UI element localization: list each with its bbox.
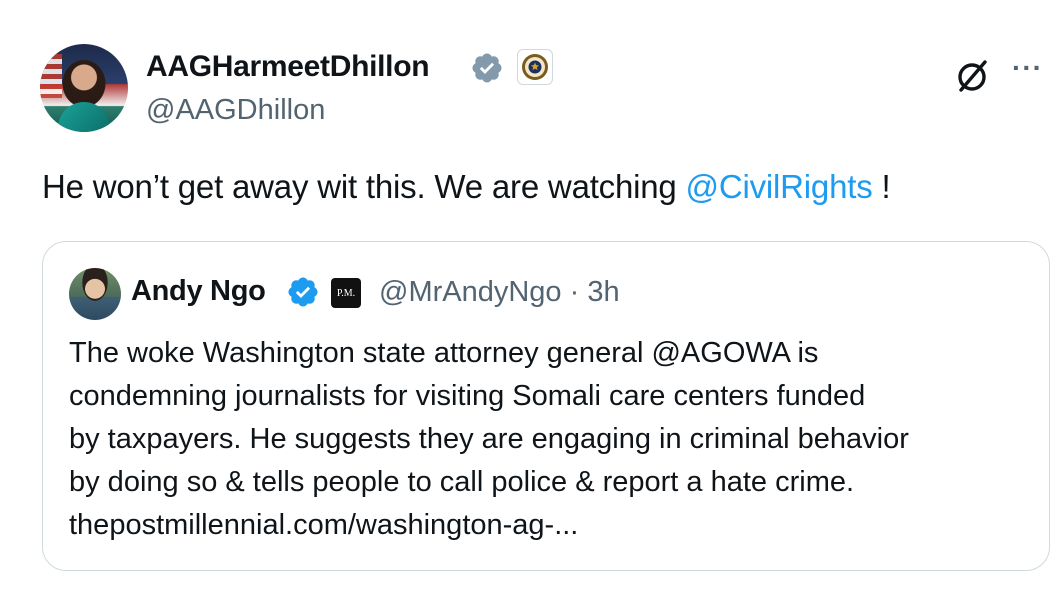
grok-icon[interactable]	[952, 56, 992, 96]
quoted-text-line: by taxpayers. He suggests they are engag…	[69, 423, 909, 455]
author-handle[interactable]: @AAGDhillon	[146, 94, 325, 127]
author-avatar[interactable]	[40, 44, 128, 132]
quoted-author-handle-time[interactable]: @MrAndyNgo · 3h	[379, 276, 620, 309]
tweet-text-before: He won’t get away wit this. We are watch…	[42, 168, 686, 205]
tweet-text: He won’t get away wit this. We are watch…	[42, 168, 891, 206]
author-display-name[interactable]: AAGHarmeetDhillon	[146, 50, 430, 84]
mention-link[interactable]: @CivilRights	[686, 168, 873, 205]
quoted-author-name[interactable]: Andy Ngo	[131, 275, 266, 308]
quoted-text-line: The woke Washington state attorney gener…	[69, 337, 819, 369]
scarf-graphic	[58, 102, 110, 132]
flag-graphic	[40, 54, 62, 98]
quoted-author-avatar[interactable]	[69, 268, 121, 320]
verified-badge-icon	[288, 277, 318, 307]
affiliate-seal-icon[interactable]	[517, 49, 553, 85]
quoted-tweet-text: The woke Washington state attorney gener…	[69, 332, 1039, 547]
doj-seal-icon	[522, 54, 548, 80]
quoted-text-line: by doing so & tells people to call polic…	[69, 466, 855, 498]
quoted-tweet[interactable]: Andy Ngo P.M. @MrAndyNgo · 3h The woke W…	[42, 241, 1050, 571]
verified-badge-icon	[472, 53, 502, 83]
more-icon[interactable]: ···	[1012, 52, 1043, 84]
affiliate-pm-badge-icon[interactable]: P.M.	[331, 278, 361, 308]
quoted-text-link[interactable]: thepostmillennial.com/washington-ag-...	[69, 504, 1039, 547]
quoted-text-line: condemning journalists for visiting Soma…	[69, 380, 866, 412]
tweet-card: AAGHarmeetDhillon @AAGDhillon ··· He won…	[0, 0, 1056, 604]
tweet-text-after: !	[872, 168, 891, 205]
